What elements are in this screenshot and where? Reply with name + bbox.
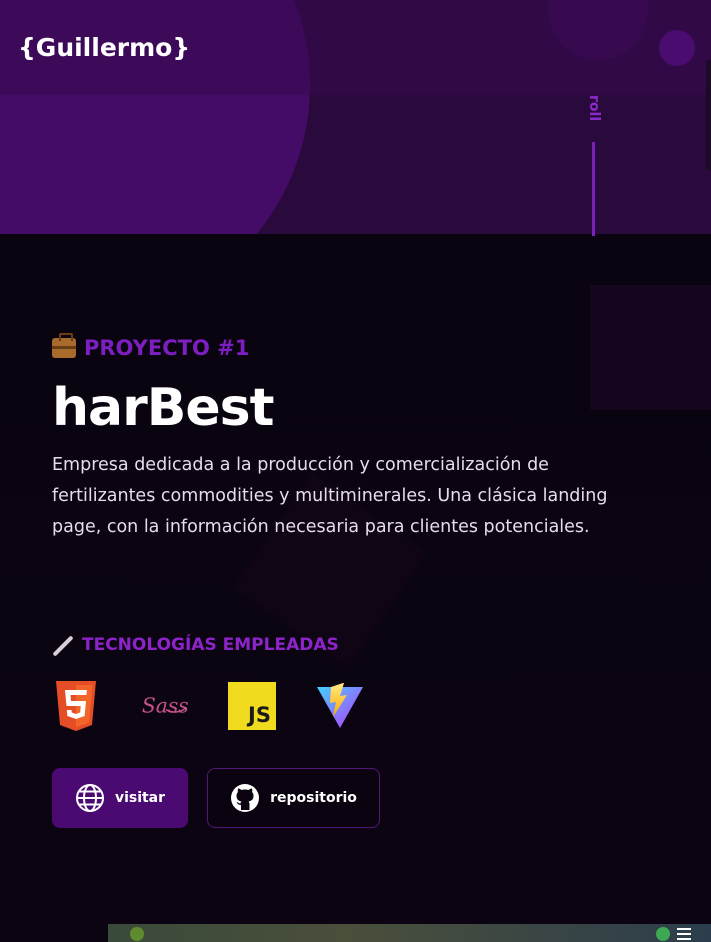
repository-button[interactable]: repositorio: [207, 768, 380, 828]
technologies-list: Sass JS: [52, 680, 364, 732]
site-header: {Guillermo}: [0, 0, 711, 95]
site-logo[interactable]: {Guillermo}: [18, 33, 190, 62]
briefcase-icon: [52, 333, 76, 358]
js-logo-text: JS: [248, 703, 271, 727]
technologies-heading: TECNOLOGÍAS EMPLEADAS: [52, 634, 339, 656]
wrench-icon: [52, 634, 74, 656]
leaf-icon: [130, 927, 144, 941]
scroll-indicator-line: [592, 142, 595, 236]
repository-button-label: repositorio: [270, 790, 357, 806]
next-project-preview[interactable]: [108, 924, 711, 942]
visit-button[interactable]: visitar: [52, 768, 188, 828]
project-number: PROYECTO #1: [84, 336, 250, 360]
html5-icon: [52, 681, 100, 731]
github-icon: [230, 783, 260, 813]
whatsapp-icon[interactable]: [656, 927, 670, 941]
project-section: PROYECTO #1 harBest Empresa dedicada a l…: [52, 333, 652, 543]
vite-icon: [316, 681, 364, 731]
globe-icon: [75, 783, 105, 813]
sass-icon: Sass: [140, 681, 188, 731]
visit-button-label: visitar: [114, 790, 166, 806]
project-description: Empresa dedicada a la producción y comer…: [52, 455, 608, 537]
hamburger-menu-icon[interactable]: [677, 928, 691, 940]
menu-toggle-button[interactable]: [659, 29, 695, 66]
portfolio-page: {Guillermo} roll PROYECTO #1 harBest Emp…: [0, 0, 711, 942]
project-title: harBest: [52, 378, 274, 438]
page-scrollbar[interactable]: [706, 60, 711, 170]
project-kicker: PROYECTO #1: [52, 333, 652, 362]
technologies-heading-text: TECNOLOGÍAS EMPLEADAS: [82, 635, 339, 655]
javascript-icon: JS: [228, 681, 276, 731]
sass-logo-text: Sass: [142, 693, 188, 717]
scroll-indicator-label: roll: [586, 94, 602, 122]
